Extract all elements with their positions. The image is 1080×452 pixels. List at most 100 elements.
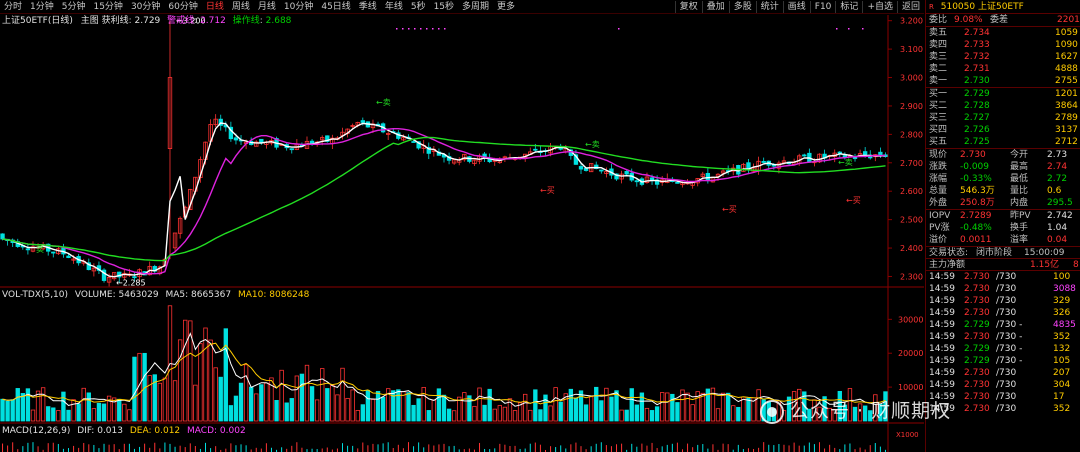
book-row[interactable]: 卖三 2.732 1627 [926, 51, 1080, 63]
macd-title[interactable]: MACD(12,26,9) [2, 426, 70, 436]
period-tab[interactable]: 30分钟 [127, 1, 164, 13]
tool-button[interactable]: 统计 [755, 1, 783, 13]
period-tab[interactable]: 多周期 [458, 1, 493, 13]
book-label: 买三 [929, 113, 948, 123]
volume-bar [436, 388, 442, 422]
volume-bar [228, 405, 234, 422]
tool-button[interactable]: 叠加 [701, 1, 729, 13]
period-tab[interactable]: 日线 [202, 1, 228, 13]
book-row[interactable]: 卖四 2.733 1090 [926, 39, 1080, 51]
volume-bar [599, 400, 604, 422]
ask-book: 卖五 2.734 1059 卖四 2.733 1090 卖三 2.732 1627 卖二 2.731… [926, 26, 1080, 87]
tick-row: 14:59 2.729/730 - 105 [926, 355, 1080, 367]
price-tick-label: 2.500 [900, 216, 923, 225]
volume-bar [644, 407, 650, 422]
volume-bar [177, 339, 183, 422]
period-tab[interactable]: 10分钟 [280, 1, 317, 13]
volume-bar [528, 409, 533, 422]
indicator-name[interactable]: 主图 获利线 [81, 16, 129, 26]
candle-body [411, 141, 416, 143]
period-tab[interactable]: 月线 [254, 1, 280, 13]
signal-dot [618, 28, 620, 30]
book-volume: 1059 [1055, 28, 1078, 38]
book-row[interactable]: 买二 2.728 3864 [926, 100, 1080, 112]
volume-bar [538, 409, 543, 422]
book-volume: 3137 [1055, 125, 1078, 135]
volume-bar [426, 410, 431, 422]
period-tab[interactable]: 15分钟 [89, 1, 126, 13]
volume-bar [629, 388, 634, 422]
chart-canvas[interactable]: 3.200 3.100 3.000 2.900 2.800 2.700 2.600 2.500… [0, 15, 924, 452]
volume-bar [482, 404, 487, 422]
signal-dot [836, 28, 838, 30]
volume-title[interactable]: VOL-TDX(5,10) [2, 290, 68, 300]
candle-body [802, 154, 807, 157]
book-row[interactable]: 卖五 2.734 1059 [926, 27, 1080, 39]
tick-row: 14:59 2.730/730 329 [926, 295, 1080, 307]
period-tab[interactable]: 5分钟 [58, 1, 90, 13]
stat-label: 总量 [929, 186, 948, 196]
period-tab[interactable]: 周线 [228, 1, 254, 13]
signal-dot [420, 28, 422, 30]
book-row[interactable]: 买三 2.727 2789 [926, 112, 1080, 124]
period-tab[interactable]: 1分钟 [26, 1, 58, 13]
tick-time: 14:59 [929, 344, 955, 354]
period-tab[interactable]: 5秒 [407, 1, 430, 13]
macd-value: 0.002 [219, 426, 246, 436]
ma5-label: MA5: [165, 290, 189, 300]
period-tab[interactable]: 分时 [0, 1, 26, 13]
tool-button[interactable]: 标记 [835, 1, 862, 13]
volume-bar [396, 389, 401, 422]
stat-value: 2.7289 [960, 211, 992, 221]
volume-bar [309, 386, 315, 422]
ma10-value: 8086248 [269, 290, 310, 300]
book-row[interactable]: 买四 2.726 3137 [926, 124, 1080, 136]
period-tab[interactable]: 年线 [381, 1, 407, 13]
volume-bar [548, 405, 553, 422]
volume-bar [20, 393, 26, 422]
r-badge: R [929, 3, 934, 11]
book-label: 卖三 [929, 52, 948, 62]
tool-button[interactable]: +自选 [862, 1, 897, 13]
book-row[interactable]: 买五 2.725 2712 [926, 136, 1080, 148]
volume-bar [51, 407, 56, 422]
tool-button[interactable]: 画线 [782, 1, 810, 13]
tick-side: /730 [996, 272, 1017, 282]
period-tab[interactable]: 更多 [493, 1, 519, 13]
volume-bar [355, 409, 360, 422]
book-row[interactable]: 卖一 2.730 2755 [926, 75, 1080, 87]
tool-button[interactable]: 复权 [674, 1, 702, 13]
sell-signal: ←卖 [376, 98, 391, 107]
tick-time: 14:59 [929, 308, 955, 318]
tick-list[interactable]: 14:59 2.730/730 100 14:59 2.730/730 3088 14:59… [926, 270, 1080, 415]
stat-label: 内盘 [1010, 198, 1029, 208]
volume-bar [583, 404, 589, 422]
stat-label: 现价 [929, 150, 948, 160]
iopv-block: IOPV 2.7289 昨PV 2.742 PV涨 -0.48% 换手 1.04 溢价 0.001… [926, 209, 1080, 246]
period-tab[interactable]: 45日线 [317, 1, 354, 13]
period-tab[interactable]: 60分钟 [164, 1, 201, 13]
tick-time: 14:59 [929, 332, 955, 342]
tool-button[interactable]: 多股 [728, 1, 756, 13]
sell-marker: 卖 [36, 245, 44, 254]
tool-button[interactable]: F10 [809, 1, 836, 13]
candle-body [360, 120, 365, 123]
volume-bar [487, 388, 492, 422]
book-row[interactable]: 卖二 2.731 4888 [926, 63, 1080, 75]
stat-label: 外盘 [929, 198, 948, 208]
volume-bar [380, 396, 386, 422]
book-label: 买二 [929, 101, 948, 111]
tick-time: 14:59 [929, 368, 955, 378]
trading-window: 分时 1分钟 5分钟 15分钟 30分钟 60分钟 日线 周线 月线 10分钟 45日线 季线 年线 5秒… [0, 0, 1080, 452]
volume-bar [294, 375, 300, 422]
tool-button[interactable]: 返回 [896, 1, 924, 13]
book-price: 2.734 [964, 28, 990, 38]
period-tab[interactable]: 15秒 [430, 1, 458, 13]
stat-row: 涨跌 -0.009 最高 2.74 [926, 161, 1080, 173]
volume-bar [654, 406, 660, 422]
volume-bar [46, 406, 51, 422]
chart-area[interactable]: 3.200 3.100 3.000 2.900 2.800 2.700 2.600 2.500… [0, 15, 924, 452]
book-row[interactable]: 买一 2.729 1201 [926, 88, 1080, 100]
tick-price: 2.730 [964, 380, 990, 390]
period-tab[interactable]: 季线 [355, 1, 381, 13]
